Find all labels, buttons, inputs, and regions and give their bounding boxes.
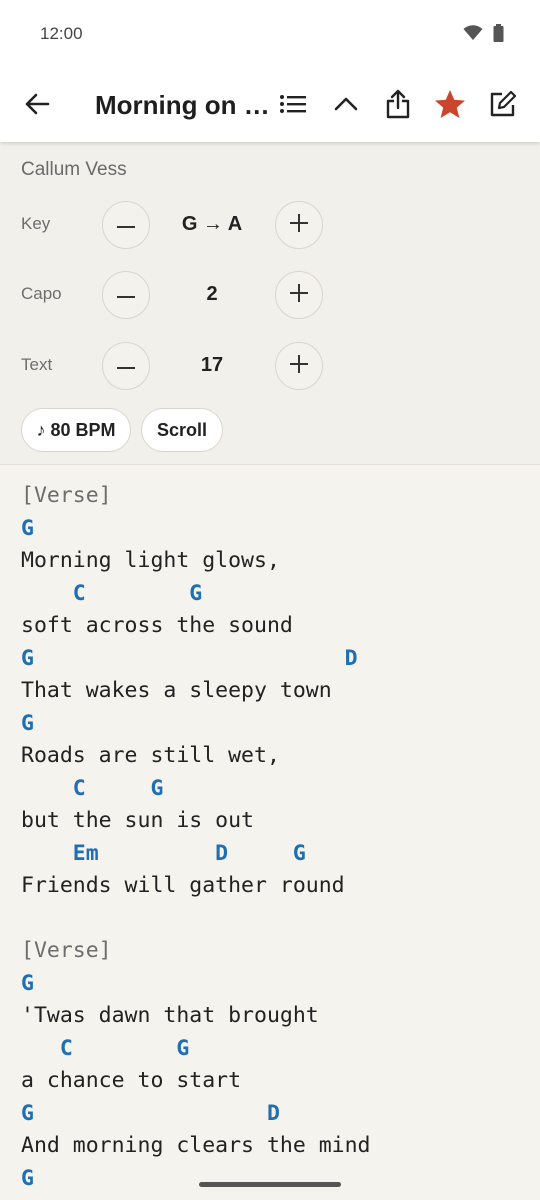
chord-line: G (21, 1165, 34, 1191)
collapse-controls-button[interactable] (328, 88, 364, 124)
lyric-line: a chance to start (21, 1068, 242, 1093)
lyric-line: 'Twas dawn that brought (21, 1003, 319, 1028)
lyric-line: And morning clears the mind (21, 1133, 371, 1158)
key-value: G → A (181, 213, 243, 235)
autoscroll-button[interactable]: Scroll (141, 408, 223, 452)
minus-icon (117, 357, 135, 375)
edit-icon (489, 90, 517, 123)
star-icon (434, 89, 466, 124)
capo-increase-button[interactable] (275, 271, 323, 319)
battery-icon (493, 24, 504, 47)
chord-line: G D (21, 645, 358, 671)
capo-label: Capo (21, 284, 62, 303)
capo-decrease-button[interactable] (102, 271, 150, 319)
list-icon (279, 94, 307, 119)
chord-line: C G (21, 775, 164, 801)
section-header: [Verse] (21, 938, 112, 963)
plus-icon (290, 283, 308, 307)
text-size-decrease-button[interactable] (102, 342, 150, 390)
chevron-up-icon (334, 96, 358, 117)
minus-icon (117, 216, 135, 234)
chord-line: C G (21, 580, 203, 606)
minus-icon (117, 286, 135, 304)
wifi-icon (463, 25, 483, 46)
plus-icon (290, 354, 308, 378)
text-size-value: 17 (200, 354, 224, 376)
favorite-button[interactable] (432, 88, 468, 124)
key-control: Key G → A (0, 201, 540, 249)
chord-line: C G (21, 1035, 190, 1061)
chord-sheet[interactable]: [Verse] G Morning light glows, C G soft acr… (21, 480, 531, 1195)
capo-control: Capo 2 (0, 271, 540, 319)
chord-line: G (21, 970, 34, 996)
text-size-label: Text (21, 355, 53, 374)
lyric-line: soft across the sound (21, 613, 293, 638)
song-title: Morning on t... (95, 90, 270, 120)
status-time: 12:00 (40, 24, 83, 43)
artist-name: Callum Vess (21, 159, 127, 180)
bpm-button[interactable]: ♪ 80 BPM (21, 408, 131, 452)
back-arrow-icon (24, 93, 50, 120)
share-icon (386, 89, 410, 124)
edit-button[interactable] (485, 88, 521, 124)
song-controls-panel: Callum Vess Key G → A Capo 2 Text 17 ♪ 8… (0, 142, 540, 465)
chord-line: G (21, 515, 34, 541)
chord-line: Em D G (21, 840, 306, 866)
text-size-increase-button[interactable] (275, 342, 323, 390)
lyric-line: Roads are still wet, (21, 743, 280, 768)
chord-line: G D (21, 1100, 280, 1126)
home-indicator[interactable] (199, 1182, 341, 1187)
lyric-line: That wakes a sleepy town (21, 678, 332, 703)
plus-icon (290, 213, 308, 237)
status-bar: 12:00 (0, 0, 540, 70)
key-label: Key (21, 214, 51, 233)
lyric-line: Friends will gather round (21, 873, 345, 898)
chord-line: G (21, 710, 34, 736)
key-increase-button[interactable] (275, 201, 323, 249)
text-size-control: Text 17 (0, 342, 540, 390)
app-bar: Morning on t... (0, 70, 540, 142)
key-decrease-button[interactable] (102, 201, 150, 249)
section-header: [Verse] (21, 483, 112, 508)
back-button[interactable] (19, 88, 55, 124)
lyric-line: Morning light glows, (21, 548, 280, 573)
lyric-line: but the sun is out (21, 808, 254, 833)
status-icons (463, 24, 504, 47)
capo-value: 2 (206, 283, 218, 305)
share-button[interactable] (380, 88, 416, 124)
sections-list-button[interactable] (275, 88, 311, 124)
